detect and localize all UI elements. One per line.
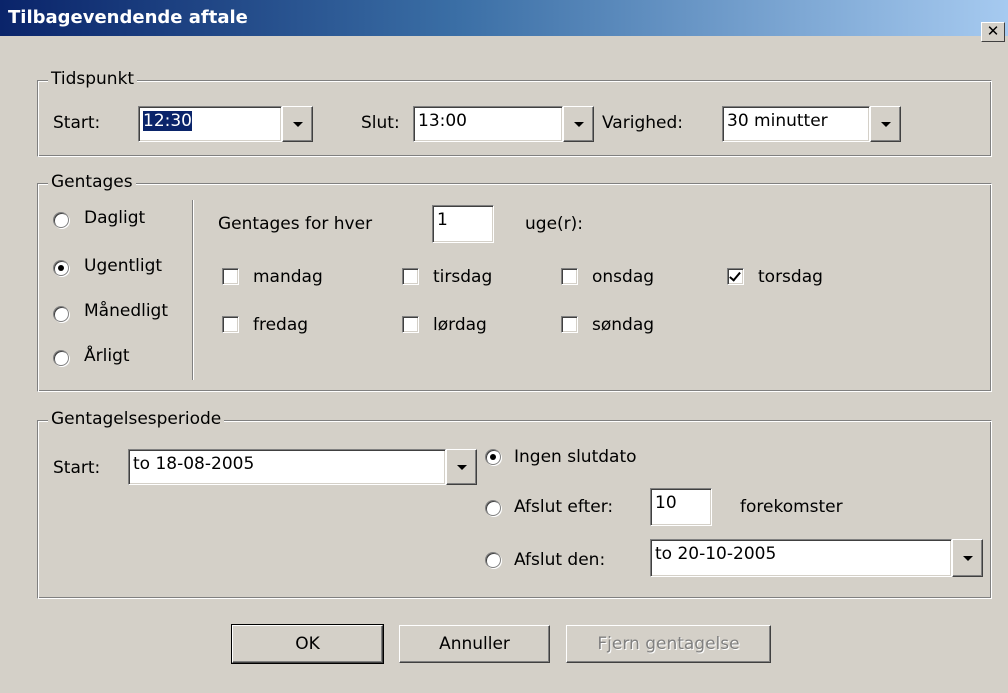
range-start-dropdown-button[interactable]: [446, 449, 477, 485]
start-time-value: 12:30: [143, 111, 192, 131]
repeat-unit-label: uge(r):: [525, 214, 584, 234]
end-time-field[interactable]: 13:00: [413, 106, 563, 142]
end-by-label[interactable]: Afslut den:: [514, 550, 605, 570]
pattern-weekly-label[interactable]: Ugentligt: [84, 256, 162, 276]
pattern-daily-label[interactable]: Dagligt: [84, 208, 145, 228]
occurrences-unit-label: forekomster: [740, 497, 843, 517]
duration-value: 30 minutter: [727, 111, 828, 131]
cancel-button[interactable]: Annuller: [399, 625, 550, 663]
start-time-label: Start:: [53, 113, 101, 133]
start-time-field[interactable]: 12:30: [138, 106, 282, 142]
day-tuesday-label[interactable]: tirsdag: [433, 267, 492, 287]
repeat-every-label: Gentages for hver: [218, 214, 373, 234]
day-thursday-checkbox[interactable]: [727, 268, 744, 285]
start-time-dropdown-button[interactable]: [282, 106, 313, 142]
tidspunkt-legend: Tidspunkt: [48, 69, 138, 89]
day-wednesday-checkbox[interactable]: [561, 268, 578, 285]
day-friday-label[interactable]: fredag: [253, 315, 308, 335]
day-monday-checkbox[interactable]: [222, 268, 239, 285]
day-wednesday-label[interactable]: onsdag: [592, 267, 654, 287]
pattern-yearly-radio[interactable]: [53, 350, 69, 366]
window-title: Tilbagevendende aftale: [8, 7, 248, 28]
pattern-monthly-radio[interactable]: [53, 306, 69, 322]
duration-label: Varighed:: [602, 113, 683, 133]
day-tuesday-checkbox[interactable]: [402, 268, 419, 285]
day-saturday-label[interactable]: lørdag: [433, 315, 487, 335]
gentages-legend: Gentages: [48, 172, 136, 192]
periode-legend: Gentagelsesperiode: [48, 409, 225, 429]
repeat-every-value: 1: [437, 210, 448, 230]
ok-button[interactable]: OK: [231, 624, 384, 664]
occurrences-field[interactable]: 10: [650, 488, 712, 526]
end-time-label: Slut:: [361, 113, 400, 133]
range-start-value: to 18-08-2005: [133, 454, 255, 474]
repeat-every-field[interactable]: 1: [432, 205, 494, 243]
pattern-monthly-label[interactable]: Månedligt: [84, 301, 168, 321]
remove-recurrence-button: Fjern gentagelse: [566, 625, 771, 663]
day-thursday-label[interactable]: torsdag: [758, 267, 823, 287]
no-end-date-radio[interactable]: [485, 449, 501, 465]
day-sunday-checkbox[interactable]: [561, 316, 578, 333]
day-sunday-label[interactable]: søndag: [592, 315, 654, 335]
day-saturday-checkbox[interactable]: [402, 316, 419, 333]
day-friday-checkbox[interactable]: [222, 316, 239, 333]
pattern-yearly-label[interactable]: Årligt: [84, 346, 130, 366]
end-time-dropdown-button[interactable]: [563, 106, 594, 142]
pattern-weekly-radio[interactable]: [53, 260, 69, 276]
duration-field[interactable]: 30 minutter: [722, 106, 870, 142]
day-monday-label[interactable]: mandag: [253, 267, 323, 287]
end-after-label[interactable]: Afslut efter:: [514, 497, 613, 517]
gentages-divider: [192, 200, 194, 380]
end-time-value: 13:00: [418, 111, 467, 131]
range-start-field[interactable]: to 18-08-2005: [128, 449, 446, 485]
end-by-radio[interactable]: [485, 552, 501, 568]
no-end-date-label[interactable]: Ingen slutdato: [514, 447, 637, 467]
end-after-radio[interactable]: [485, 500, 501, 516]
range-start-label: Start:: [53, 458, 101, 478]
duration-dropdown-button[interactable]: [870, 106, 901, 142]
pattern-daily-radio[interactable]: [53, 212, 69, 228]
end-date-dropdown-button[interactable]: [952, 539, 983, 577]
close-icon: ✕: [986, 22, 1000, 40]
end-date-field[interactable]: to 20-10-2005: [650, 539, 952, 577]
end-date-value: to 20-10-2005: [655, 544, 777, 564]
close-button[interactable]: ✕: [981, 22, 1005, 42]
occurrences-value: 10: [655, 493, 677, 513]
gentages-group: [37, 183, 992, 392]
